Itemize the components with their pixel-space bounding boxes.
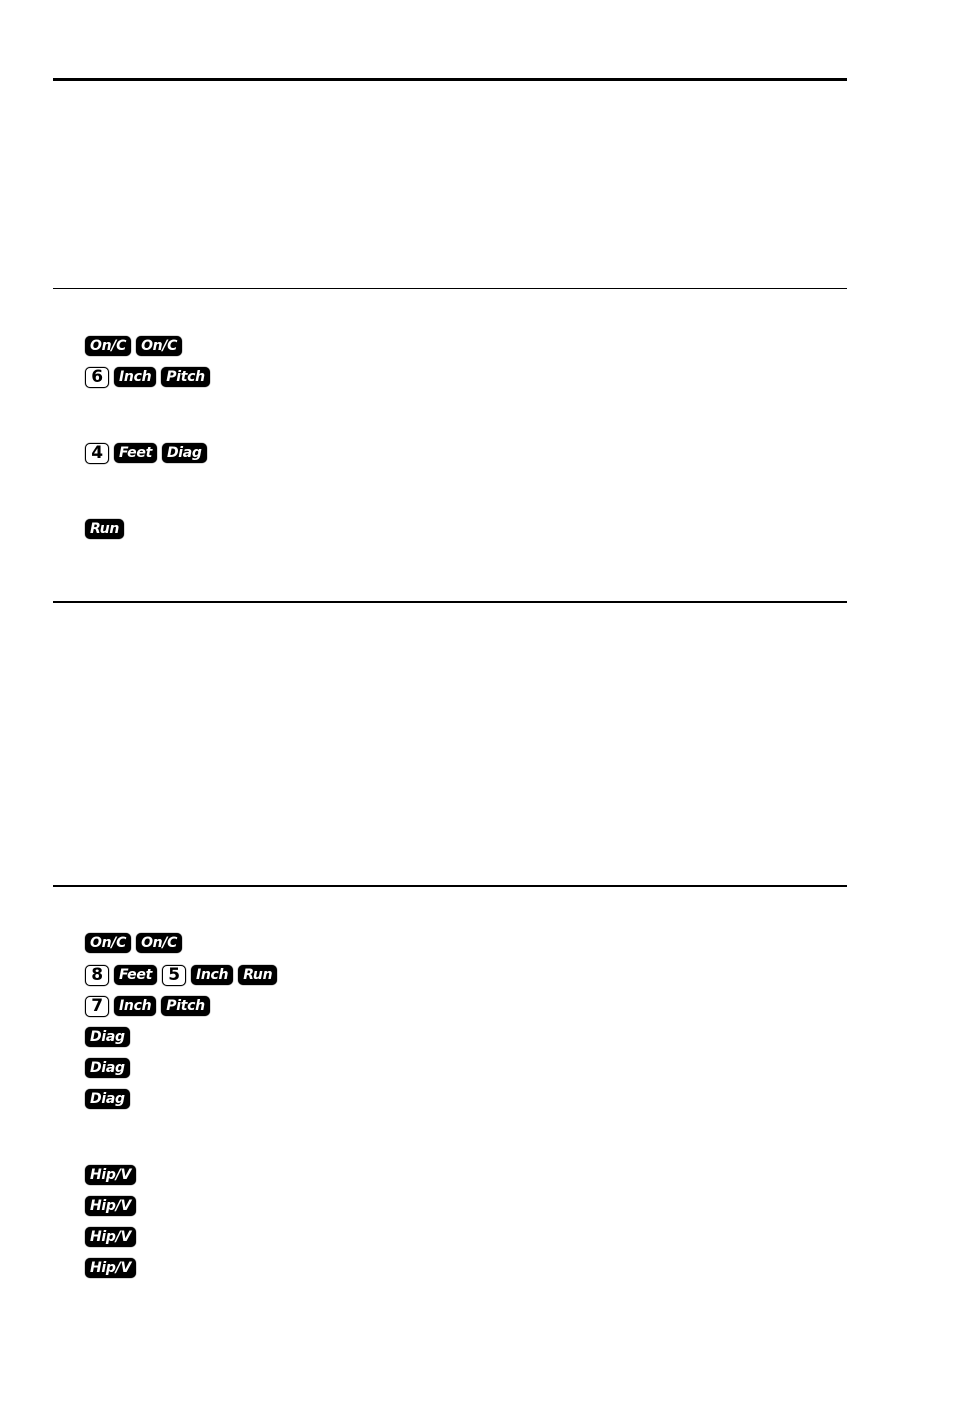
key-feet: Feet bbox=[114, 443, 157, 463]
section-divider bbox=[53, 885, 847, 887]
key-diag: Diag bbox=[85, 1027, 130, 1047]
key-hip-v: Hip/V bbox=[85, 1196, 136, 1216]
keystroke-row: On/C On/C bbox=[85, 335, 183, 357]
key-run: Run bbox=[238, 965, 278, 985]
key-inch: Inch bbox=[190, 965, 234, 985]
key-on-c: On/C bbox=[136, 933, 183, 953]
keystroke-row: Diag bbox=[85, 1057, 130, 1079]
key-diag: Diag bbox=[161, 443, 207, 463]
digit-key-5: 5 bbox=[161, 964, 186, 986]
key-run: Run bbox=[85, 519, 125, 539]
key-on-c: On/C bbox=[85, 336, 132, 356]
keystroke-row: 6 Inch Pitch bbox=[85, 366, 210, 388]
key-feet: Feet bbox=[114, 965, 157, 985]
keystroke-row: 4 Feet Diag bbox=[85, 442, 207, 464]
key-diag: Diag bbox=[85, 1058, 130, 1078]
keystroke-row: 7 Inch Pitch bbox=[85, 995, 210, 1017]
keystroke-row: Hip/V bbox=[85, 1195, 136, 1217]
digit-key-7: 7 bbox=[85, 995, 109, 1017]
key-inch: Inch bbox=[114, 367, 157, 387]
keystroke-row: Hip/V bbox=[85, 1164, 136, 1186]
key-pitch: Pitch bbox=[161, 367, 210, 387]
key-hip-v: Hip/V bbox=[85, 1258, 136, 1278]
keystroke-row: 8 Feet 5 Inch Run bbox=[85, 964, 278, 986]
key-inch: Inch bbox=[114, 996, 157, 1016]
section-divider bbox=[53, 288, 847, 289]
digit-key-6: 6 bbox=[85, 366, 109, 388]
keystroke-row: Hip/V bbox=[85, 1257, 136, 1279]
key-hip-v: Hip/V bbox=[85, 1165, 136, 1185]
keystroke-row: Hip/V bbox=[85, 1226, 136, 1248]
key-on-c: On/C bbox=[85, 933, 132, 953]
keystroke-row: Diag bbox=[85, 1026, 130, 1048]
keystroke-row: Diag bbox=[85, 1088, 130, 1110]
digit-key-4: 4 bbox=[85, 442, 109, 464]
keystroke-row: On/C On/C bbox=[85, 932, 183, 954]
key-hip-v: Hip/V bbox=[85, 1227, 136, 1247]
section-divider-top bbox=[53, 78, 847, 81]
key-on-c: On/C bbox=[136, 336, 183, 356]
section-divider bbox=[53, 601, 847, 603]
key-diag: Diag bbox=[85, 1089, 130, 1109]
key-pitch: Pitch bbox=[161, 996, 210, 1016]
digit-key-8: 8 bbox=[85, 964, 109, 986]
keystroke-row: Run bbox=[85, 518, 125, 540]
